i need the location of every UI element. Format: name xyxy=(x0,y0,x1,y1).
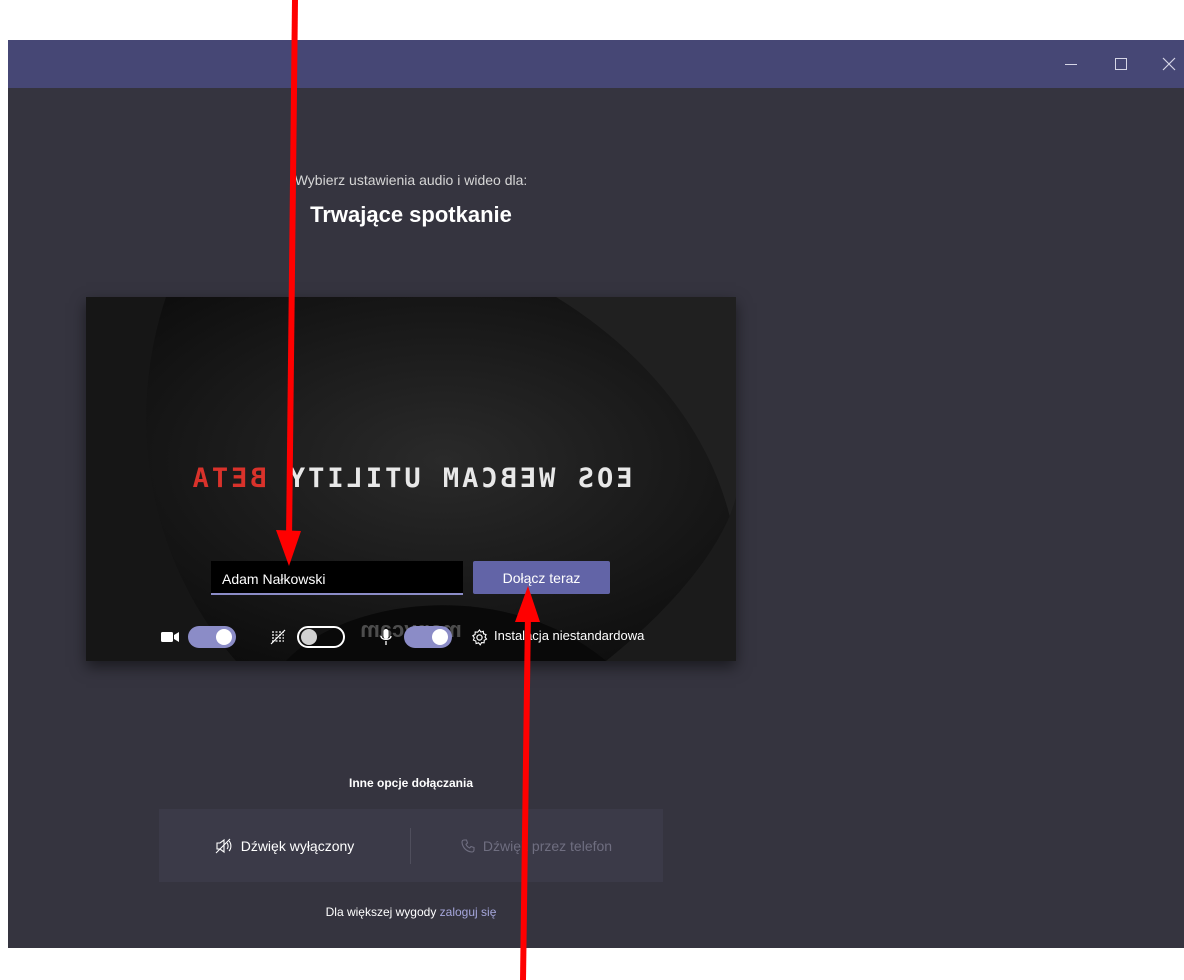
microphone-control xyxy=(380,624,392,650)
maximize-button[interactable] xyxy=(1098,40,1144,88)
device-controls: Instalacja niestandardowa xyxy=(86,624,736,650)
settings-control[interactable] xyxy=(471,624,488,650)
speaker-off-icon xyxy=(215,838,233,854)
blur-control xyxy=(270,624,286,650)
teams-prejoin-window: Wybierz ustawienia audio i wideo dla: Tr… xyxy=(8,40,1184,948)
title-bar xyxy=(8,40,1184,88)
camera-icon xyxy=(161,632,179,642)
toggle-knob xyxy=(301,629,317,645)
video-preview: EOS WEBCAM UTILITY BETA manycam Dołącz t… xyxy=(86,297,736,661)
annotation-arrow-bottom xyxy=(515,586,540,980)
sign-in-prefix: Dla większej wygody xyxy=(325,905,440,919)
annotation-arrow-top xyxy=(276,0,301,566)
sign-in-hint: Dla większej wygody zaloguj się xyxy=(8,905,814,919)
audio-off-option[interactable]: Dźwięk wyłączony xyxy=(159,809,410,882)
phone-audio-label: Dźwięk przez telefon xyxy=(482,837,613,854)
minimize-icon xyxy=(1065,63,1077,65)
camera-toggle[interactable] xyxy=(188,626,236,648)
background-blur-toggle[interactable] xyxy=(297,626,345,648)
close-icon xyxy=(1162,57,1176,71)
prejoin-subtitle: Wybierz ustawienia audio i wideo dla: xyxy=(294,172,528,188)
sign-in-link[interactable]: zaloguj się xyxy=(440,905,497,919)
microphone-icon xyxy=(380,629,392,645)
audio-off-label: Dźwięk wyłączony xyxy=(240,837,355,854)
gear-icon xyxy=(471,628,488,646)
meeting-title: Trwające spotkanie xyxy=(310,202,512,227)
maximize-icon xyxy=(1115,58,1127,70)
overlay-main-text: EOS WEBCAM UTILITY xyxy=(266,463,633,494)
toggle-knob xyxy=(216,629,232,645)
microphone-toggle[interactable] xyxy=(404,626,452,648)
other-join-options-heading: Inne opcje dołączania xyxy=(348,776,474,790)
toggle-knob xyxy=(432,629,448,645)
phone-icon xyxy=(461,838,475,853)
camera-overlay-text: EOS WEBCAM UTILITY BETA xyxy=(86,463,736,494)
camera-control xyxy=(161,624,179,650)
close-button[interactable] xyxy=(1146,40,1184,88)
overlay-beta-text: BETA xyxy=(189,463,267,494)
minimize-button[interactable] xyxy=(1048,40,1094,88)
name-input[interactable] xyxy=(211,561,463,595)
other-join-options: Dźwięk wyłączony Dźwięk przez telefon xyxy=(159,809,663,882)
background-blur-icon xyxy=(270,629,286,645)
